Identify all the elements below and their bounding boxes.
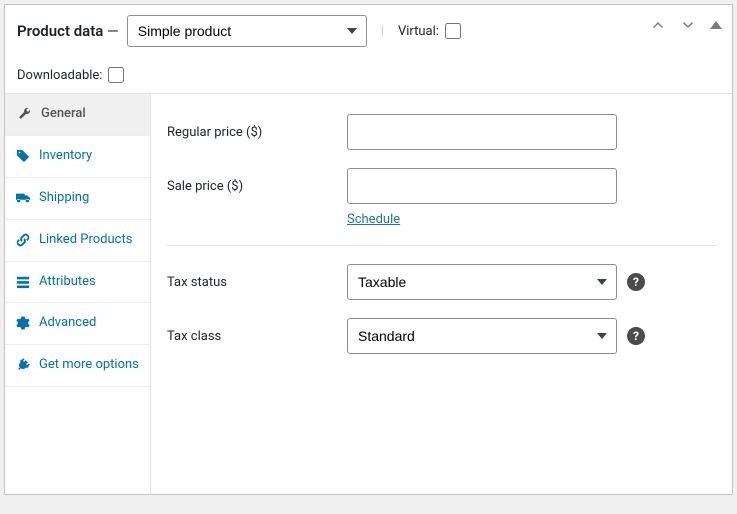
tag-icon [15,149,31,163]
product-type-select[interactable]: Simple product [127,15,367,47]
help-icon[interactable]: ? [627,327,645,345]
sidebar-tabs: General Inventory Shipping Linked Produc… [5,94,151,494]
schedule-row: Schedule [347,212,716,227]
regular-price-label: Regular price ($) [167,125,347,140]
downloadable-label: Downloadable: [17,67,124,83]
wrench-icon [17,107,33,121]
tax-class-row: Tax class Standard ? [167,318,716,354]
title-dash: — [107,22,119,40]
tab-get-more-options[interactable]: Get more options [5,345,150,387]
tab-content: Regular price ($) Sale price ($) Schedul… [151,94,732,494]
panel-header: Product data — Simple product | Virtual:… [5,5,732,94]
tab-label: Inventory [39,148,140,165]
virtual-label: Virtual: [398,23,461,39]
tax-status-label: Tax status [167,275,347,290]
regular-price-input[interactable] [347,114,617,150]
tab-label: Get more options [39,357,140,374]
panel-body: General Inventory Shipping Linked Produc… [5,94,732,494]
regular-price-row: Regular price ($) [167,114,716,150]
schedule-link[interactable]: Schedule [347,212,400,227]
divider [167,245,716,246]
panel-title-text: Product data [17,22,103,40]
tab-label: Attributes [39,274,140,291]
truck-icon [15,191,31,205]
separator: | [381,24,384,39]
tab-label: General [41,106,140,123]
tab-linked-products[interactable]: Linked Products [5,220,150,262]
chevron-up-icon[interactable] [650,17,666,33]
sale-price-input[interactable] [347,168,617,204]
virtual-checkbox[interactable] [445,23,461,39]
tab-shipping[interactable]: Shipping [5,178,150,220]
gear-icon [15,316,31,330]
panel-title: Product data — [17,22,119,40]
help-icon[interactable]: ? [627,273,645,291]
virtual-label-text: Virtual: [398,24,439,39]
tab-general[interactable]: General [5,94,150,136]
tax-status-select[interactable]: Taxable [347,264,617,300]
plug-icon [15,358,31,372]
tax-class-label: Tax class [167,329,347,344]
tab-advanced[interactable]: Advanced [5,303,150,345]
header-controls [650,17,722,33]
tab-label: Shipping [39,190,140,207]
downloadable-checkbox[interactable] [108,67,124,83]
tab-label: Linked Products [39,232,140,249]
tab-label: Advanced [39,315,140,332]
tab-inventory[interactable]: Inventory [5,136,150,178]
tax-class-select[interactable]: Standard [347,318,617,354]
product-data-panel: Product data — Simple product | Virtual:… [4,4,733,495]
tab-attributes[interactable]: Attributes [5,262,150,304]
sale-price-row: Sale price ($) [167,168,716,204]
downloadable-label-text: Downloadable: [17,68,102,83]
tax-status-row: Tax status Taxable ? [167,264,716,300]
collapse-icon[interactable] [710,21,722,29]
list-icon [15,275,31,289]
sale-price-label: Sale price ($) [167,179,347,194]
link-icon [15,233,31,247]
chevron-down-icon[interactable] [680,17,696,33]
